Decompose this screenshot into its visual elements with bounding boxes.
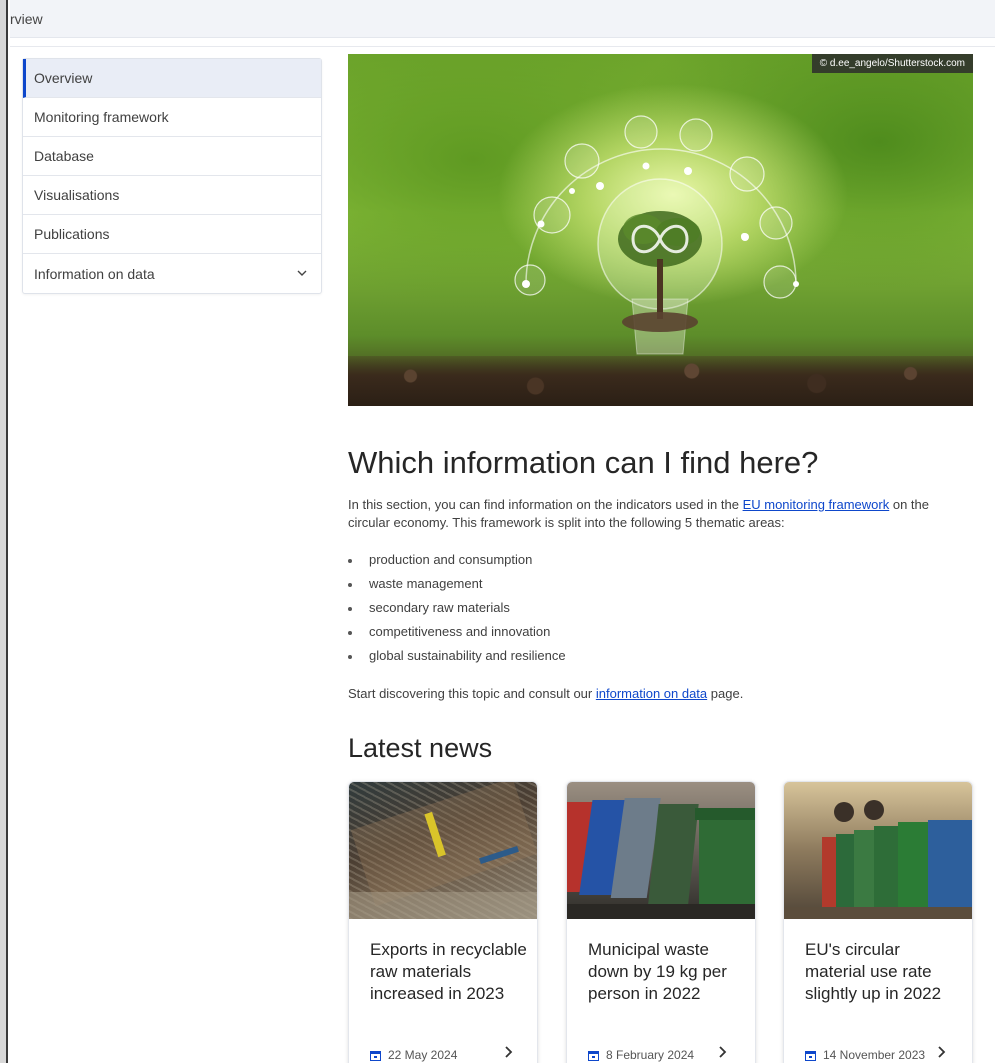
info-paragraph: In this section, you can find informatio… <box>348 496 973 532</box>
chevron-right-icon[interactable] <box>717 1045 729 1059</box>
sidebar-item-monitoring-framework[interactable]: Monitoring framework <box>23 98 321 137</box>
text: In this section, you can find informatio… <box>348 497 743 512</box>
calendar-icon <box>805 1050 816 1061</box>
sidebar-item-visualisations[interactable]: Visualisations <box>23 176 321 215</box>
window-left-edge <box>0 0 8 1063</box>
news-card[interactable]: EU's circular material use rate slightly… <box>783 781 973 1063</box>
breadcrumb-bar: rview <box>10 0 995 38</box>
sidebar-item-label: Overview <box>34 70 93 86</box>
sidebar-item-label: Visualisations <box>34 187 120 203</box>
sidebar-item-publications[interactable]: Publications <box>23 215 321 254</box>
news-date: 22 May 2024 <box>370 1048 457 1062</box>
sidebar-item-database[interactable]: Database <box>23 137 321 176</box>
discover-paragraph: Start discovering this topic and consult… <box>348 685 973 703</box>
breadcrumb: rview <box>10 11 43 27</box>
chevron-right-icon[interactable] <box>503 1045 515 1059</box>
sidebar-item-label: Information on data <box>34 265 155 282</box>
news-date: 8 February 2024 <box>588 1048 694 1062</box>
sidebar-item-label: Monitoring framework <box>34 109 169 125</box>
hero-image: © d.ee_angelo/Shutterstock.com <box>348 54 973 406</box>
divider <box>10 46 995 47</box>
news-image-recycling-bins <box>784 782 972 919</box>
thematic-areas-list: production and consumption waste managem… <box>348 551 566 671</box>
list-item: global sustainability and resilience <box>348 647 566 671</box>
news-title: Exports in recyclable raw materials incr… <box>370 940 527 1003</box>
section-heading-news: Latest news <box>348 733 493 763</box>
text: page. <box>707 686 744 701</box>
news-date-text: 14 November 2023 <box>823 1048 926 1062</box>
information-on-data-link[interactable]: information on data <box>596 686 707 701</box>
news-title: EU's circular material use rate slightly… <box>805 940 942 1003</box>
image-credit: © d.ee_angelo/Shutterstock.com <box>811 54 973 73</box>
news-card[interactable]: Municipal waste down by 19 kg per person… <box>566 781 756 1063</box>
news-date: 14 November 2023 <box>805 1048 925 1062</box>
sidebar-item-overview[interactable]: Overview <box>23 59 321 98</box>
news-date-text: 22 May 2024 <box>388 1048 458 1062</box>
lightbulb-tree-illustration <box>514 115 799 355</box>
chevron-right-icon[interactable] <box>936 1045 948 1059</box>
news-image-waste-bins <box>567 782 755 919</box>
list-item: competitiveness and innovation <box>348 623 566 647</box>
eu-monitoring-framework-link[interactable]: EU monitoring framework <box>743 497 890 512</box>
soil-ground <box>348 356 973 406</box>
chevron-down-icon[interactable] <box>295 266 309 280</box>
calendar-icon <box>588 1050 599 1061</box>
news-image-scrap-metal <box>349 782 537 919</box>
sidebar-item-label: Publications <box>34 226 110 242</box>
sidebar-nav: Overview Monitoring framework Database V… <box>22 58 322 294</box>
list-item: secondary raw materials <box>348 599 566 623</box>
section-heading-info: Which information can I find here? <box>348 445 819 480</box>
news-card[interactable]: Exports in recyclable raw materials incr… <box>348 781 538 1063</box>
news-date-text: 8 February 2024 <box>606 1048 695 1062</box>
list-item: production and consumption <box>348 551 566 575</box>
list-item: waste management <box>348 575 566 599</box>
news-title: Municipal waste down by 19 kg per person… <box>588 940 727 1003</box>
sidebar-item-label: Database <box>34 148 94 164</box>
calendar-icon <box>370 1050 381 1061</box>
text: Start discovering this topic and consult… <box>348 686 596 701</box>
sidebar-item-information-on-data[interactable]: Information on data <box>23 254 321 293</box>
